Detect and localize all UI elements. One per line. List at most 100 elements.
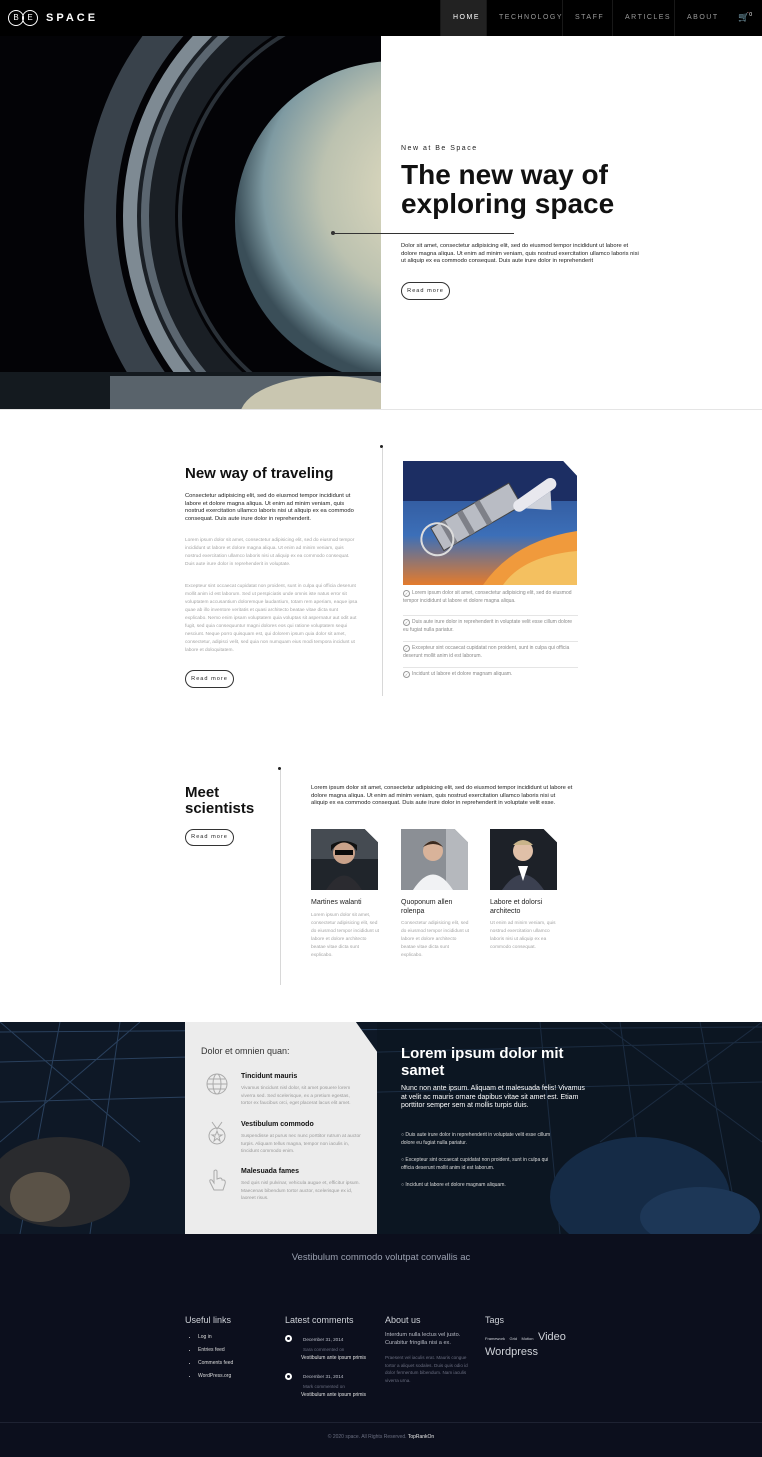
- traveling-vertical-line: [382, 448, 383, 696]
- hero-text: Dolor sit amet, consectetur adipisicing …: [401, 243, 639, 265]
- footer-divider: [0, 1422, 762, 1423]
- satellite-image: [403, 461, 577, 585]
- check-icon: ✓: [403, 590, 410, 597]
- comment-bullet-icon: [285, 1373, 292, 1380]
- medal-icon: [206, 1121, 228, 1145]
- checklist-separator: [403, 615, 578, 616]
- scientist-photo: [490, 829, 557, 890]
- tag-link[interactable]: Wordpress: [485, 1346, 538, 1358]
- comment-date: December 31, 2014: [303, 1374, 344, 1379]
- features-list-item: ○ Incidunt ut labore et dolore magnam al…: [401, 1182, 506, 1188]
- nav-item-staff[interactable]: STAFF: [562, 0, 612, 36]
- cart-count: 0: [749, 12, 752, 18]
- footer-tag-cloud: Framework Grid Motion Video Wordpress: [485, 1330, 575, 1358]
- scientist-name: Quoponum allen rolenpa: [401, 899, 453, 915]
- feature-title: Vestibulum commodo: [241, 1121, 314, 1128]
- logo-mark: BE: [8, 10, 40, 26]
- check-icon: ✓: [403, 619, 410, 626]
- comment-date: December 31, 2014: [303, 1337, 344, 1342]
- scientist-name: Labore et dolorsi architecto: [490, 899, 543, 915]
- traveling-para-2: Excepteur sint occaecat cupidatat non pr…: [185, 584, 358, 653]
- hero-read-more-button[interactable]: Read more: [401, 282, 450, 300]
- checklist-separator: [403, 641, 578, 642]
- check-icon: ✓: [403, 645, 410, 652]
- logo-text: SPACE: [46, 12, 99, 24]
- scientists-vertical-line: [280, 770, 281, 985]
- cart-icon: 🛒: [738, 12, 750, 22]
- checklist: ✓ Lorem ipsum dolor sit amet, consectetur…: [403, 590, 578, 679]
- tag-link[interactable]: Video: [538, 1331, 566, 1343]
- footer-tags-title: Tags: [485, 1315, 505, 1325]
- cart-button[interactable]: 🛒0: [738, 12, 752, 23]
- scientist-photo: [311, 829, 378, 890]
- scientists-read-more-button[interactable]: Read more: [185, 829, 234, 846]
- hero-divider-dot: [331, 231, 335, 235]
- footer-about-lead: Interdum nulla lectus vel justo. Curabit…: [385, 1332, 461, 1346]
- saturn-image: [0, 36, 381, 409]
- traveling-para-1: Lorem ipsum dolor sit amet, consectetur …: [185, 538, 355, 567]
- features-list-item: ○ Excepteur sint occaecat cupidatat non …: [401, 1157, 549, 1171]
- features-title: Lorem ipsum dolor mit samet: [401, 1045, 564, 1079]
- footer-about-title: About us: [385, 1315, 421, 1325]
- feature-text: Sed quis nisl pulvinar, vehicula augue e…: [241, 1181, 360, 1201]
- footer-link[interactable]: Log in: [198, 1331, 233, 1344]
- globe-icon: [206, 1073, 228, 1095]
- tag-link[interactable]: Framework: [485, 1336, 505, 1341]
- comment-meta: Mark commented on: [303, 1384, 345, 1389]
- main-nav: HOME TECHNOLOGY STAFF ARTICLES ABOUT: [440, 0, 726, 36]
- factory-background: [0, 1022, 762, 1234]
- hero-kicker: New at Be Space: [401, 145, 478, 152]
- scientist-photo: [401, 829, 468, 890]
- scientist-bio: Consectetur adipisicing elit, sed do eiu…: [401, 921, 469, 958]
- feature-text: Vivamus tincidunt nisl dolor, sit amet p…: [241, 1086, 351, 1106]
- comment-post-link[interactable]: Vestibulum ante ipsum primis: [301, 1392, 366, 1398]
- footer-useful-links: Log in Entries feed Comments feed WordPr…: [198, 1331, 233, 1383]
- section-divider: [0, 409, 762, 410]
- footer-link[interactable]: Entries feed: [198, 1344, 233, 1357]
- copyright: © 2020 space. All Rights Reserved. TopRa…: [327, 1434, 435, 1440]
- nav-item-about[interactable]: ABOUT: [674, 0, 726, 36]
- comment-bullet-icon: [285, 1335, 292, 1342]
- scientist-name: Martines walanti: [311, 899, 362, 906]
- comment-meta: Sara commented on: [303, 1347, 345, 1352]
- features-list: ○ Duis aute irure dolor in reprehenderit…: [401, 1132, 561, 1190]
- site-footer: [0, 1234, 762, 1457]
- feature-text: Suspendisse at purus nec nunc porttitor …: [241, 1134, 361, 1154]
- traveling-line-dot: [380, 445, 383, 448]
- footer-about-text: Praesent vel iaculis erat. Mauris congue…: [385, 1355, 468, 1383]
- hero-panel: [381, 36, 762, 409]
- check-icon: ✓: [403, 671, 410, 678]
- scientists-line-dot: [278, 767, 281, 770]
- scientists-intro: Lorem ipsum dolor sit amet, consectetur …: [311, 785, 573, 807]
- checklist-item: ✓ Incidunt ut labore et dolore magnam ali…: [403, 671, 513, 678]
- footer-comments-title: Latest comments: [285, 1315, 354, 1325]
- hand-icon: [206, 1168, 228, 1192]
- features-panel-title: Dolor et omnien quan:: [201, 1046, 290, 1056]
- footer-link[interactable]: WordPress.org: [198, 1370, 233, 1383]
- credit-link[interactable]: TopRankOn: [408, 1434, 434, 1440]
- tag-link[interactable]: Motion: [521, 1336, 533, 1341]
- traveling-title: New way of traveling: [185, 465, 334, 482]
- checklist-item: ✓ Duis aute irure dolor in reprehenderit …: [403, 619, 573, 633]
- comment-post-link[interactable]: Vestibulum ante ipsum primis: [301, 1355, 366, 1361]
- footer-link[interactable]: Comments feed: [198, 1357, 233, 1370]
- tag-link[interactable]: Grid: [509, 1336, 517, 1341]
- features-subtitle: Nunc non ante ipsum. Aliquam et malesuad…: [401, 1085, 585, 1110]
- nav-item-home[interactable]: HOME: [440, 0, 486, 36]
- feature-title: Malesuada fames: [241, 1168, 299, 1175]
- checklist-item: ✓ Lorem ipsum dolor sit amet, consectetur…: [403, 590, 572, 604]
- footer-quote: Vestibulum commodo volutpat convallis ac: [291, 1252, 471, 1263]
- feature-title: Tincidunt mauris: [241, 1073, 298, 1080]
- scientist-bio: Ut enim ad minim veniam, quis nostrud ex…: [490, 921, 556, 950]
- footer-useful-links-title: Useful links: [185, 1315, 232, 1325]
- features-list-item: ○ Duis aute irure dolor in reprehenderit…: [401, 1132, 551, 1146]
- traveling-lead: Consectetur adipisicing elit, sed do eiu…: [185, 493, 354, 522]
- traveling-read-more-button[interactable]: Read more: [185, 670, 234, 688]
- logo[interactable]: BE SPACE: [8, 10, 98, 26]
- checklist-separator: [403, 667, 578, 668]
- nav-item-articles[interactable]: ARTICLES: [612, 0, 674, 36]
- nav-item-technology[interactable]: TECHNOLOGY: [486, 0, 562, 36]
- scientist-bio: Lorem ipsum dolor sit amet, consectetur …: [311, 913, 379, 958]
- checklist-item: ✓ Excepteur sint occaecat cupidatat non p…: [403, 645, 570, 659]
- scientists-title: Meet scientists: [185, 784, 255, 817]
